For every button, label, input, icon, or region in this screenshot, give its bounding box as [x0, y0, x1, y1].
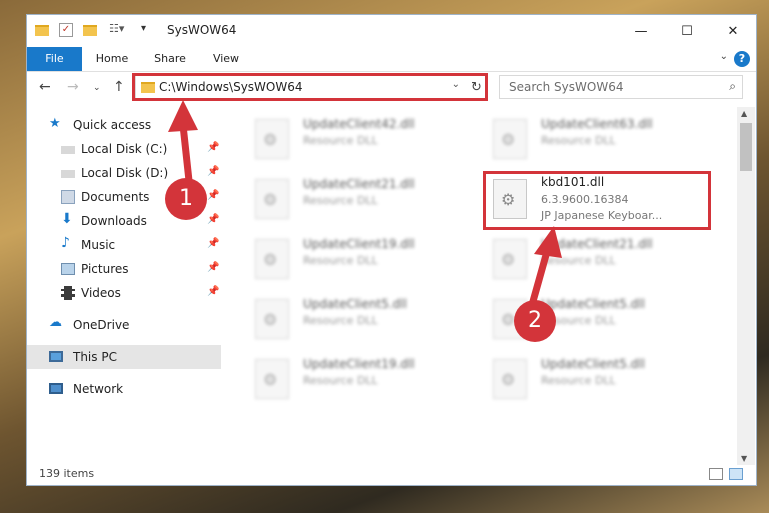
arrow-2-head	[534, 226, 562, 258]
step-1-badge: 1	[165, 178, 207, 220]
annotation-arrows	[168, 100, 562, 306]
arrow-1-head	[168, 100, 198, 132]
arrow-2-shaft	[528, 247, 552, 306]
step-2-badge: 2	[514, 300, 556, 342]
